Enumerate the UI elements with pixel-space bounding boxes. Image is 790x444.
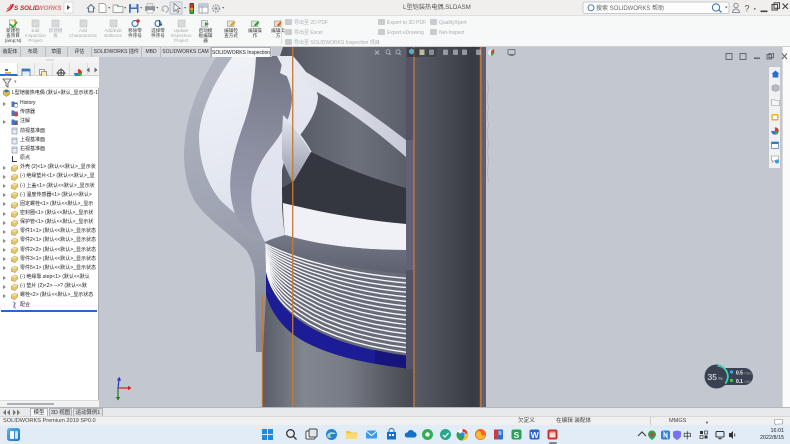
svg-text:0.1: 0.1 <box>736 379 743 385</box>
svg-text:S SOLID: S SOLID <box>14 5 40 12</box>
svg-text:W: W <box>531 430 540 440</box>
svg-text:KB/s: KB/s <box>745 372 752 376</box>
svg-text:0.5: 0.5 <box>736 371 743 377</box>
svg-text:KB/s: KB/s <box>745 380 752 384</box>
svg-text:%: % <box>719 376 723 381</box>
svg-text:35: 35 <box>708 372 718 382</box>
svg-text:L型铠装热电偶.SLDASM: L型铠装热电偶.SLDASM <box>403 3 471 11</box>
svg-text:?: ? <box>745 4 750 14</box>
svg-text:WORKS: WORKS <box>38 5 63 12</box>
svg-text:搜索 SOLIDWORKS 帮助: 搜索 SOLIDWORKS 帮助 <box>596 4 664 12</box>
svg-text:A: A <box>14 121 18 126</box>
svg-text:S: S <box>514 430 520 440</box>
svg-text:中: 中 <box>683 431 692 441</box>
